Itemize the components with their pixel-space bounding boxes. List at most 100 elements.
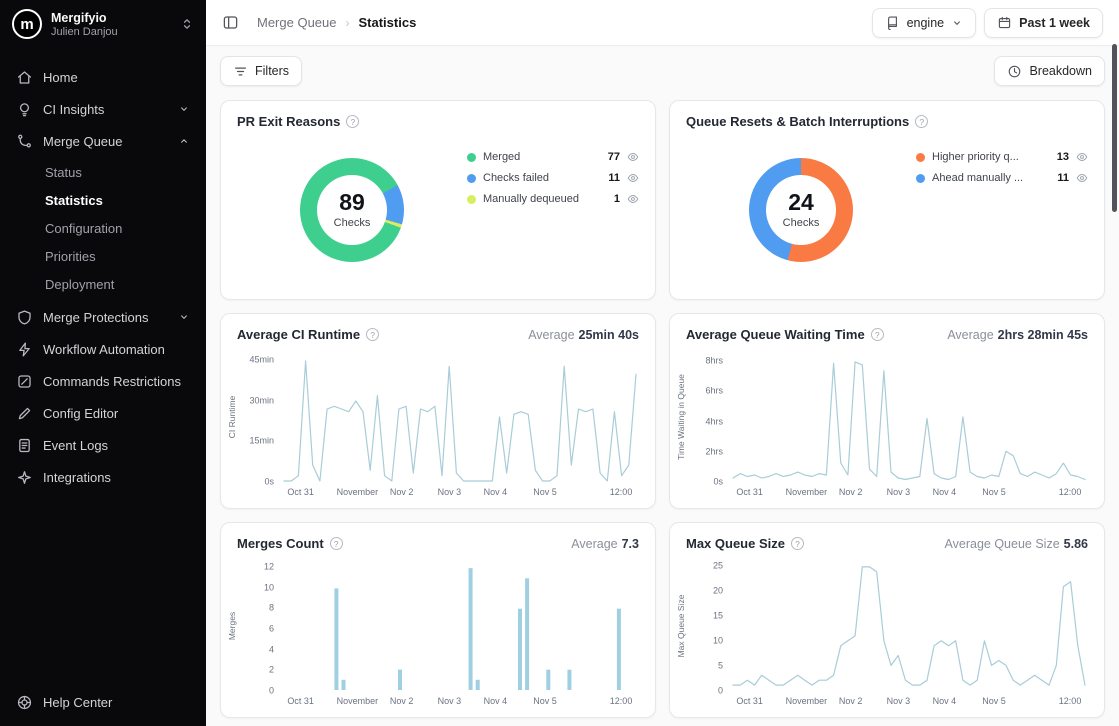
breadcrumb: Merge Queue › Statistics <box>257 15 872 30</box>
y-tick-label: 5 <box>718 662 723 671</box>
card-average: Average7.3 <box>571 537 639 551</box>
legend-dot <box>467 174 476 183</box>
eye-icon[interactable] <box>627 193 639 205</box>
sidebar-item-merge-queue[interactable]: Merge Queue <box>8 125 198 157</box>
sidebar-item-label: Status <box>45 165 190 180</box>
y-tick-label: 0 <box>269 687 274 696</box>
lifebuoy-icon <box>16 694 33 711</box>
sidebar-item-home[interactable]: Home <box>8 61 198 93</box>
queue-waiting-line-chart[interactable] <box>732 352 1086 482</box>
eye-icon[interactable] <box>627 172 639 184</box>
repo-selector-label: engine <box>907 16 945 30</box>
legend-item: Manually dequeued 1 <box>467 193 639 205</box>
y-tick-label: 15min <box>249 437 274 446</box>
legend-value: 13 <box>1057 151 1069 163</box>
updown-chevrons-icon[interactable] <box>180 17 194 31</box>
pr-exit-donut-chart[interactable]: 89 Checks <box>300 158 404 262</box>
sidebar-item-deployment[interactable]: Deployment <box>37 270 198 298</box>
help-center-link[interactable]: Help Center <box>0 679 206 726</box>
chevron-down-icon <box>178 103 190 115</box>
sidebar-toggle-button[interactable] <box>222 14 239 31</box>
legend: Higher priority q... 13 Ahead manually .… <box>916 151 1088 184</box>
help-icon[interactable]: ? <box>346 115 359 128</box>
x-tick-label: Nov 2 <box>390 696 414 706</box>
help-icon[interactable]: ? <box>330 537 343 550</box>
x-tick-label: Nov 5 <box>533 487 557 497</box>
sidebar-item-event-logs[interactable]: Event Logs <box>8 429 198 461</box>
x-axis-ticks: Oct 31NovemberNov 2Nov 3Nov 4Nov 512:00 <box>283 691 637 709</box>
shield-icon <box>16 309 33 326</box>
card-average-queue-waiting-time: Average Queue Waiting Time ? Average2hrs… <box>669 313 1105 509</box>
y-axis-label: Merges <box>225 561 239 691</box>
clock-icon <box>1007 64 1022 79</box>
repo-book-icon <box>885 15 900 30</box>
sidebar-item-statistics[interactable]: Statistics <box>37 186 198 214</box>
x-tick-label: Oct 31 <box>287 696 314 706</box>
average-value: 5.86 <box>1064 537 1088 551</box>
merge-queue-icon <box>16 133 33 150</box>
y-tick-label: 0s <box>713 478 723 487</box>
average-value: 2hrs 28min 45s <box>998 328 1088 342</box>
sidebar-item-label: Integrations <box>43 470 190 485</box>
max-queue-line-chart[interactable] <box>732 561 1086 691</box>
card-title: Merges Count <box>237 536 324 551</box>
y-tick-label: 15 <box>713 612 723 621</box>
eye-icon[interactable] <box>627 151 639 163</box>
repo-selector[interactable]: engine <box>872 8 977 38</box>
y-tick-label: 8 <box>269 604 274 613</box>
home-icon <box>16 69 33 86</box>
y-axis-ticks: 0s15min30min45min <box>239 352 283 482</box>
help-icon[interactable]: ? <box>791 537 804 550</box>
help-icon[interactable]: ? <box>366 328 379 341</box>
breakdown-button[interactable]: Breakdown <box>994 56 1105 86</box>
date-range-button[interactable]: Past 1 week <box>984 8 1103 38</box>
y-tick-label: 0s <box>264 478 274 487</box>
x-tick-label: Nov 5 <box>982 696 1006 706</box>
workspace-switcher[interactable]: m Mergifyio Julien Danjou <box>0 0 206 47</box>
eye-icon[interactable] <box>1076 172 1088 184</box>
x-tick-label: Nov 4 <box>484 696 508 706</box>
x-axis-ticks: Oct 31NovemberNov 2Nov 3Nov 4Nov 512:00 <box>732 482 1086 500</box>
sidebar-item-config-editor[interactable]: Config Editor <box>8 397 198 429</box>
sidebar-item-ci-insights[interactable]: CI Insights <box>8 93 198 125</box>
sidebar-item-workflow-automation[interactable]: Workflow Automation <box>8 333 198 365</box>
help-center-label: Help Center <box>43 695 112 710</box>
dashboard-grid: PR Exit Reasons ? 89 Checks Merged <box>206 88 1119 726</box>
sidebar-item-label: Deployment <box>45 277 190 292</box>
vertical-scrollbar[interactable] <box>1112 44 1117 212</box>
sidebar-item-label: Workflow Automation <box>43 342 190 357</box>
eye-icon[interactable] <box>1076 151 1088 163</box>
merges-count-bar-chart[interactable] <box>283 561 637 691</box>
x-tick-label: Oct 31 <box>736 696 763 706</box>
y-axis-label: Time Waiting in Queue <box>674 352 688 482</box>
logs-icon <box>16 437 33 454</box>
sidebar-item-status[interactable]: Status <box>37 158 198 186</box>
chevron-up-icon <box>178 135 190 147</box>
sidebar-item-label: Commands Restrictions <box>43 374 190 389</box>
sidebar-item-priorities[interactable]: Priorities <box>37 242 198 270</box>
x-tick-label: November <box>786 696 828 706</box>
average-value: 25min 40s <box>579 328 639 342</box>
sidebar-item-configuration[interactable]: Configuration <box>37 214 198 242</box>
y-axis-ticks: 0510152025 <box>688 561 732 691</box>
sidebar-item-integrations[interactable]: Integrations <box>8 461 198 493</box>
filters-button[interactable]: Filters <box>220 56 302 86</box>
y-tick-label: 4 <box>269 645 274 654</box>
sidebar-item-commands-restrictions[interactable]: Commands Restrictions <box>8 365 198 397</box>
help-icon[interactable]: ? <box>871 328 884 341</box>
donut-center: 89 Checks <box>317 175 387 245</box>
sidebar-item-merge-protections[interactable]: Merge Protections <box>8 301 198 333</box>
breadcrumb-parent[interactable]: Merge Queue <box>257 15 337 30</box>
queue-resets-donut-chart[interactable]: 24 Checks <box>749 158 853 262</box>
help-icon[interactable]: ? <box>915 115 928 128</box>
card-title: Max Queue Size <box>686 536 785 551</box>
legend-label: Ahead manually ... <box>932 172 1050 184</box>
legend-item: Merged 77 <box>467 151 639 163</box>
ci-runtime-line-chart[interactable] <box>283 352 637 482</box>
x-tick-label: Nov 4 <box>484 487 508 497</box>
legend-dot <box>916 153 925 162</box>
card-queue-resets: Queue Resets & Batch Interruptions ? 24 … <box>669 100 1105 300</box>
toolbar: Filters Breakdown <box>206 46 1119 88</box>
sidebar: m Mergifyio Julien Danjou Home CI Insigh… <box>0 0 206 726</box>
mergify-logo: m <box>12 9 42 39</box>
